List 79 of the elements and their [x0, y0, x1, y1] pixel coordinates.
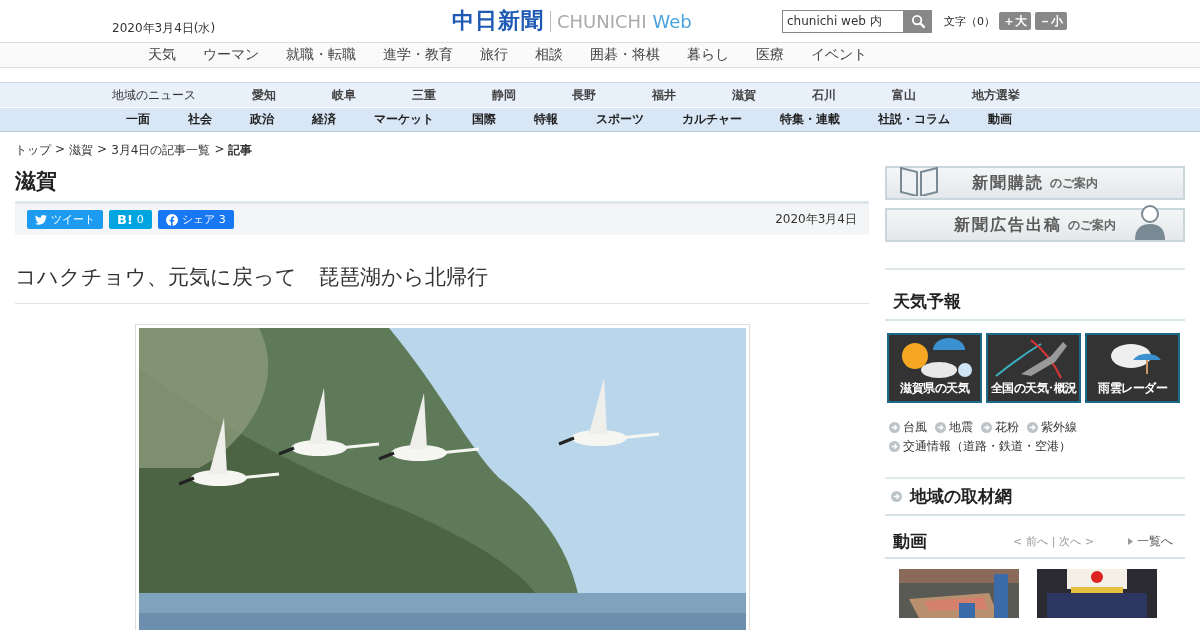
breadcrumb-link[interactable]: 3月4日の記事一覧 — [111, 142, 211, 159]
logo-web-text: Web — [652, 11, 692, 32]
circle-arrow-icon — [935, 422, 946, 433]
weather-heading: 天気予報 — [885, 270, 1185, 321]
article-headline: コハクチョウ、元気に戻って 琵琶湖から北帰行 — [15, 263, 869, 304]
region-link[interactable]: 富山 — [892, 86, 972, 104]
font-size-label: 文字（0） — [944, 13, 995, 29]
circle-arrow-icon — [891, 491, 902, 502]
weather-tile[interactable]: 全国の天気･概況 — [986, 333, 1081, 403]
breadcrumb-separator: > — [55, 142, 66, 158]
region-nav-label: 地域のニュース — [112, 86, 197, 104]
weather-link[interactable]: 台風 — [889, 419, 927, 436]
region-link[interactable]: 愛知 — [252, 86, 332, 104]
section-link[interactable]: 社会 — [188, 111, 212, 128]
triangle-icon — [1128, 538, 1134, 545]
section-title: 滋賀 — [15, 168, 58, 195]
breadcrumb-link[interactable]: 滋賀 — [69, 142, 94, 159]
person-icon — [1133, 204, 1167, 240]
circle-arrow-icon — [981, 422, 992, 433]
search-icon — [910, 13, 926, 29]
weather-link[interactable]: 花粉 — [981, 419, 1019, 436]
date-text: 2020年3月4日(水) — [112, 19, 217, 37]
search-field[interactable]: chunichi web 内 — [782, 9, 904, 33]
share-button[interactable]: シェア 3 — [157, 210, 234, 229]
section-link[interactable]: 国際 — [472, 111, 496, 128]
menu-link[interactable]: 囲碁・将棋 — [590, 46, 660, 64]
weather-tile[interactable]: 滋賀県の天気 — [887, 333, 982, 403]
pager-divider: | — [1051, 535, 1056, 548]
section-link[interactable]: 社説・コラム — [878, 111, 950, 128]
region-link[interactable]: 福井 — [652, 86, 732, 104]
info-banner[interactable]: 新聞広告出稿 のご案内 — [885, 208, 1185, 242]
menu-link[interactable]: 医療 — [756, 46, 784, 64]
circle-arrow-icon — [1027, 422, 1038, 433]
logo-subtitle: CHUNICHI — [550, 11, 647, 32]
video-heading: 動画 — [893, 530, 928, 553]
menu-link[interactable]: ウーマン — [203, 46, 259, 64]
circle-arrow-icon — [889, 422, 900, 433]
section-link[interactable]: 経済 — [312, 111, 336, 128]
weather-link[interactable]: 交通情報（道路・鉄道・空港） — [889, 438, 1071, 455]
section-link[interactable]: カルチャー — [682, 111, 742, 128]
menu-link[interactable]: 就職・転職 — [286, 46, 356, 64]
section-link[interactable]: 一面 — [126, 111, 150, 128]
weather-tile[interactable]: 雨雲レーダー — [1085, 333, 1180, 403]
circle-arrow-icon — [889, 441, 900, 452]
breadcrumb-separator: > — [214, 142, 225, 158]
breadcrumb-link[interactable]: 記事 — [228, 142, 253, 159]
region-link[interactable]: 静岡 — [492, 86, 572, 104]
article-date: 2020年3月4日 — [775, 211, 857, 228]
font-smaller-button[interactable]: －小 — [1035, 12, 1067, 30]
menu-link[interactable]: イベント — [811, 46, 867, 64]
region-link[interactable]: 三重 — [412, 86, 492, 104]
menu-link[interactable]: 旅行 — [480, 46, 508, 64]
regional-heading[interactable]: 地域の取材網 — [885, 479, 1185, 516]
region-link[interactable]: 滋賀 — [732, 86, 812, 104]
region-link[interactable]: 地方選挙 — [972, 86, 1052, 104]
info-banner[interactable]: 新聞購読 のご案内 — [885, 166, 1185, 200]
region-link[interactable]: 長野 — [572, 86, 652, 104]
weather-link[interactable]: 紫外線 — [1027, 419, 1077, 436]
section-link[interactable]: 動画 — [988, 111, 1012, 128]
region-link[interactable]: 石川 — [812, 86, 892, 104]
font-larger-button[interactable]: ＋大 — [999, 12, 1031, 30]
section-link[interactable]: マーケット — [374, 111, 434, 128]
menu-link[interactable]: 天気 — [148, 46, 176, 64]
menu-link[interactable]: 暮らし — [687, 46, 729, 64]
menu-link[interactable]: 相談 — [535, 46, 563, 64]
menu-link[interactable]: 進学・教育 — [383, 46, 453, 64]
region-link[interactable]: 岐阜 — [332, 86, 412, 104]
section-link[interactable]: スポーツ — [596, 111, 644, 128]
section-link[interactable]: 特集・連載 — [780, 111, 840, 128]
weather-link[interactable]: 地震 — [935, 419, 973, 436]
section-link[interactable]: 政治 — [250, 111, 274, 128]
logo-text[interactable]: 中日新聞 — [452, 6, 544, 36]
facebook-icon — [165, 213, 178, 226]
search-button[interactable] — [904, 9, 932, 33]
bird-icon — [35, 214, 47, 225]
breadcrumb-separator: > — [97, 142, 108, 158]
section-link[interactable]: 特報 — [534, 111, 558, 128]
list-link[interactable]: 一覧へ — [1128, 533, 1174, 550]
breadcrumb-link[interactable]: トップ — [15, 142, 51, 159]
